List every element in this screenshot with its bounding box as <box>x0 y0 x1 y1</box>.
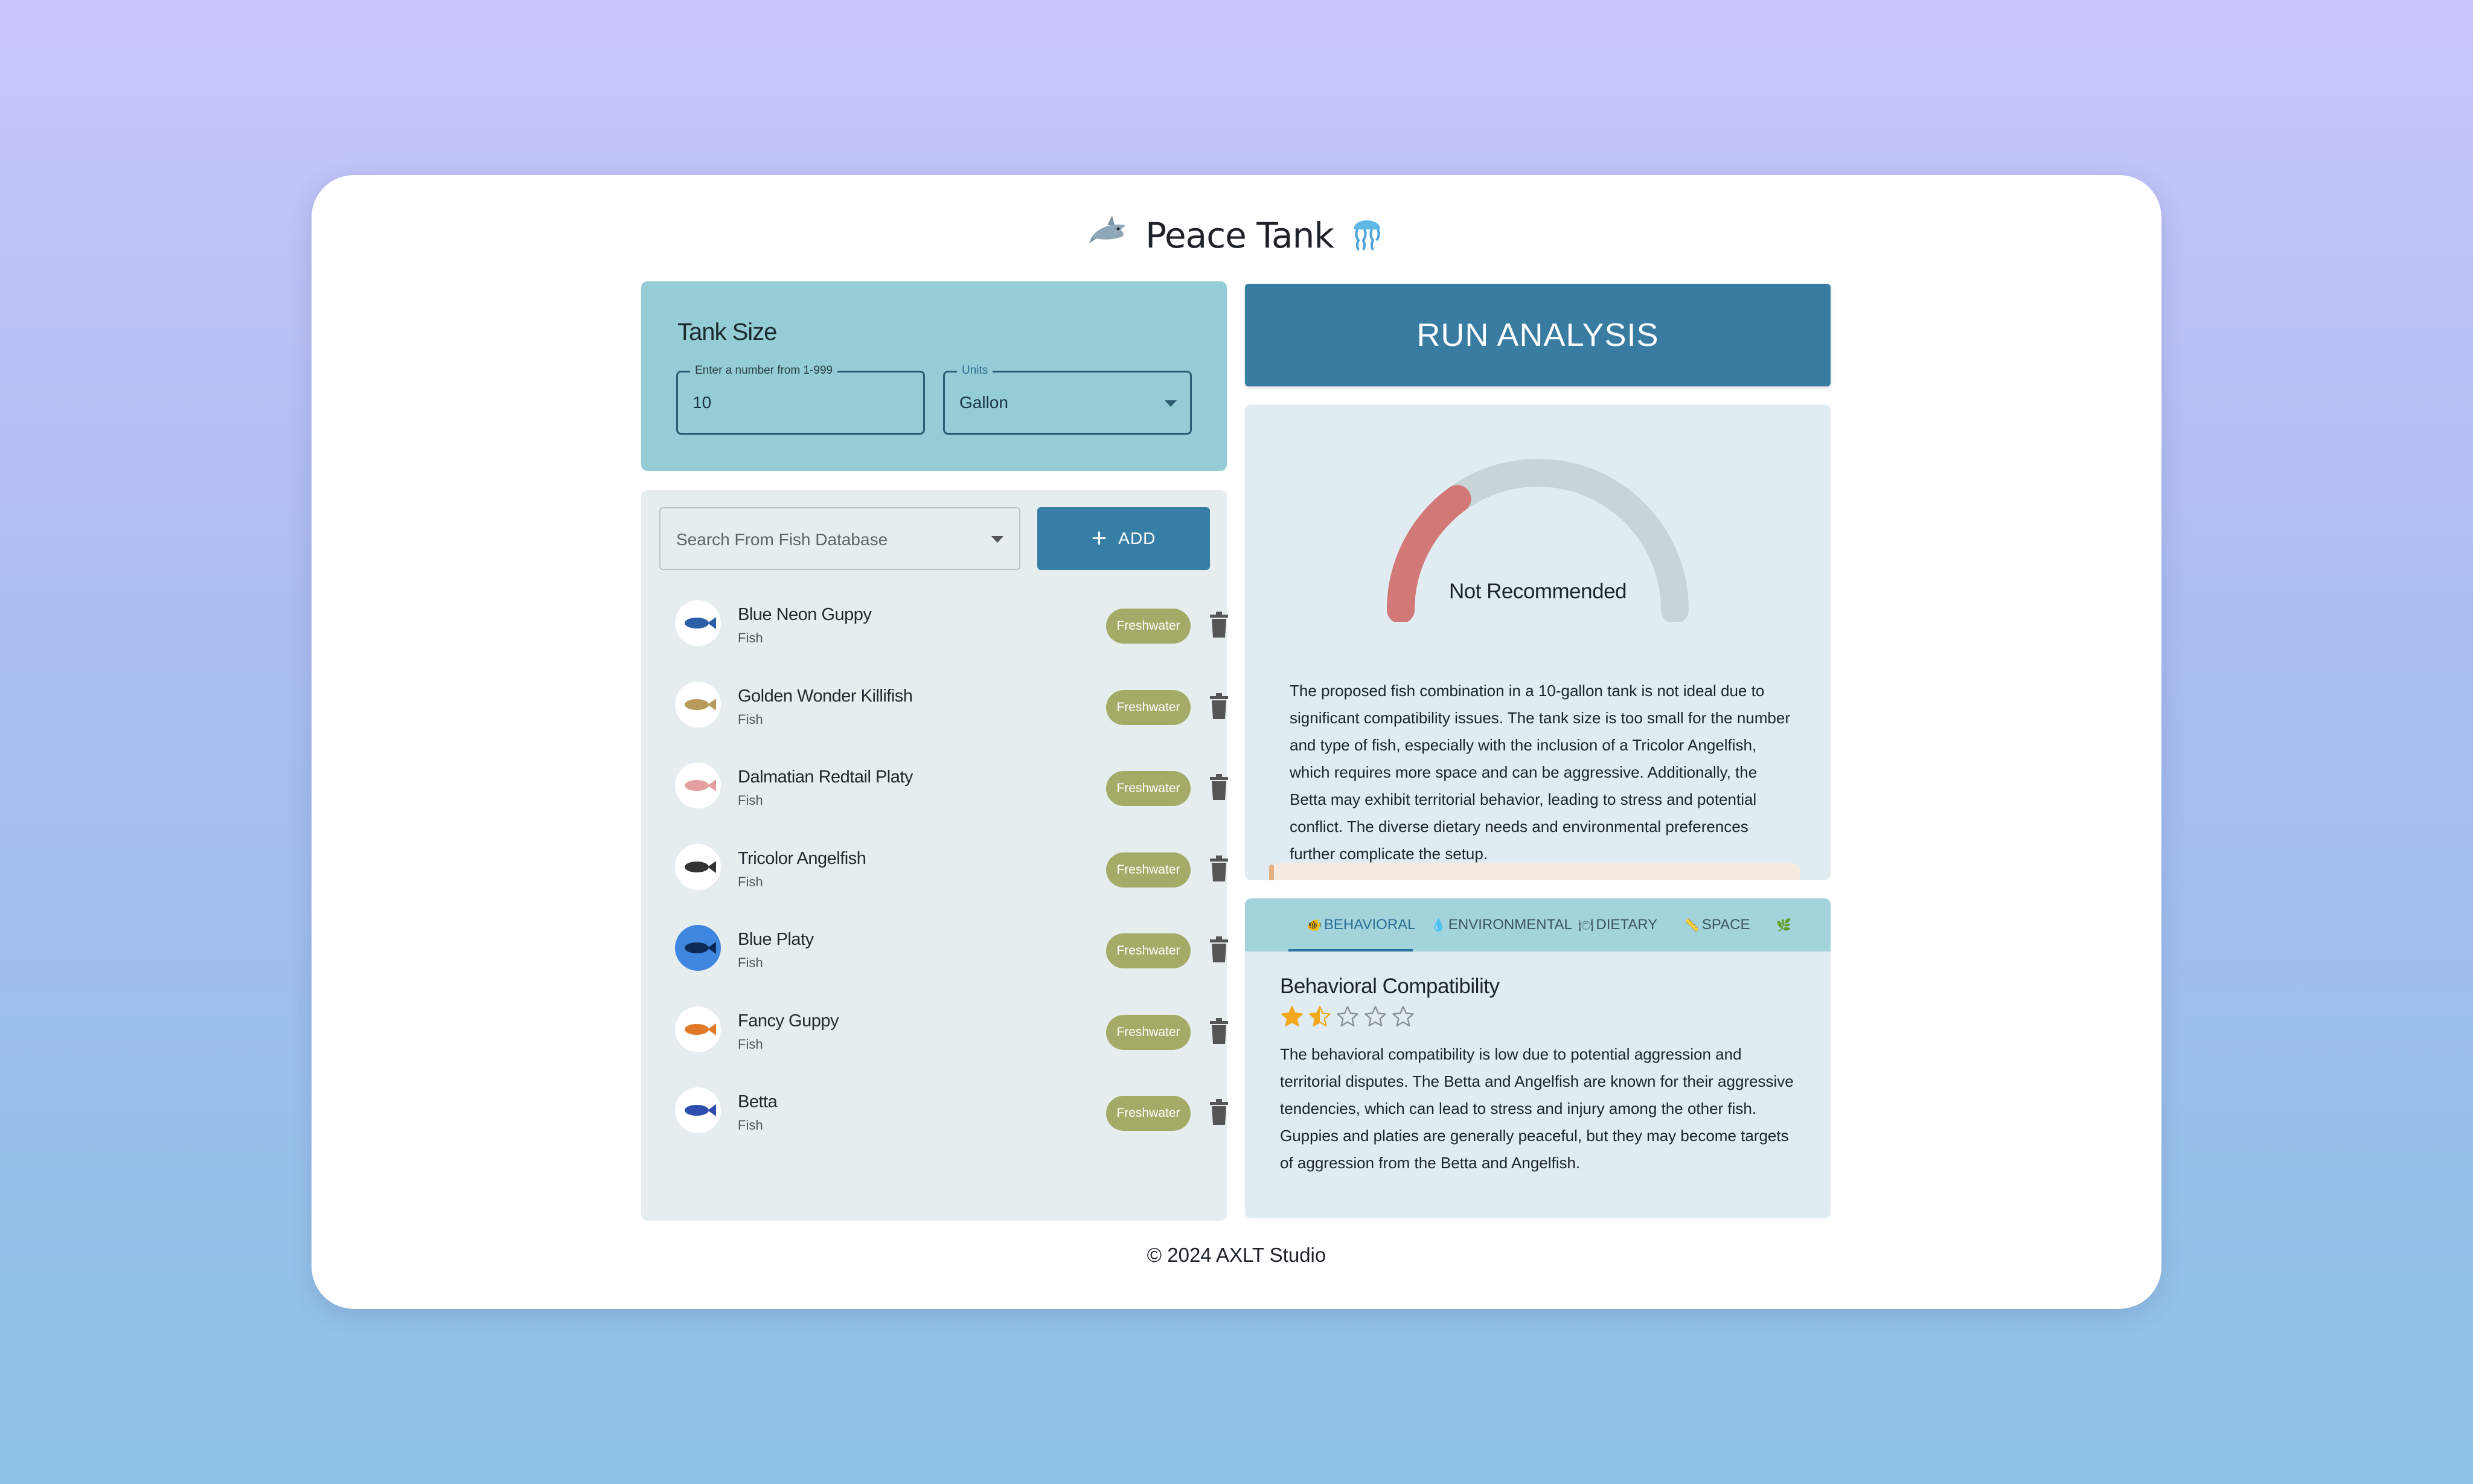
chevron-down-icon <box>1165 400 1177 407</box>
star-icon <box>1308 1005 1332 1032</box>
star-icon <box>1280 1005 1304 1032</box>
fish-list-item: Dalmatian Redtail Platy Fish Freshwater <box>675 752 1228 818</box>
main-card <box>312 175 2161 1309</box>
star-icon <box>1363 1005 1387 1032</box>
active-tab-indicator <box>1288 949 1413 951</box>
fish-name: Tricolor Angelfish <box>738 848 866 868</box>
fish-list-item: Betta Fish Freshwater <box>675 1076 1228 1143</box>
trash-icon[interactable] <box>1210 692 1228 720</box>
app-title-text: Peace Tank <box>1145 215 1334 256</box>
fish-search-placeholder: Search From Fish Database <box>676 530 888 549</box>
fish-type: Fish <box>738 955 763 970</box>
tab-space[interactable]: 📏 SPACE <box>1684 898 1750 951</box>
rating-stars <box>1280 1005 1415 1032</box>
trash-icon[interactable] <box>1210 936 1228 964</box>
app-header: Peace Tank <box>0 211 2473 260</box>
analysis-result-panel: Not Recommended The proposed fish combin… <box>1245 405 1831 880</box>
compatibility-details-panel: 🐠 BEHAVIORAL 💧 ENVIRONMENTAL 🍽 DIETARY 📏 SPA… <box>1245 898 1831 1218</box>
fish-type: Fish <box>738 711 763 727</box>
fish-name: Blue Neon Guppy <box>738 605 872 624</box>
fish-avatar <box>675 681 721 728</box>
water-type-badge: Freshwater <box>1106 609 1191 644</box>
tab-dietary[interactable]: 🍽 DIETARY <box>1578 898 1657 951</box>
add-fish-button[interactable]: + ADD <box>1037 507 1210 570</box>
fish-type: Fish <box>738 630 763 645</box>
star-icon <box>1336 1005 1360 1032</box>
trash-icon[interactable] <box>1210 1017 1228 1045</box>
tab-behavioral[interactable]: 🐠 BEHAVIORAL <box>1307 898 1416 951</box>
trash-icon[interactable] <box>1210 611 1228 639</box>
fish-list-item: Blue Platy Fish Freshwater <box>675 914 1228 980</box>
fish-avatar <box>675 843 721 890</box>
chevron-down-icon <box>991 536 1003 543</box>
fish-avatar <box>675 763 721 808</box>
trash-icon[interactable] <box>1210 773 1228 801</box>
run-analysis-label: RUN ANALYSIS <box>1416 317 1659 353</box>
add-button-label: ADD <box>1118 529 1156 548</box>
fish-list-item: Blue Neon Guppy Fish Freshwater <box>675 589 1228 656</box>
water-type-badge: Freshwater <box>1106 771 1191 806</box>
fish-list-item: Golden Wonder Killifish Fish Freshwater <box>675 671 1228 737</box>
tank-size-label: Enter a number from 1-999 <box>690 364 838 377</box>
fish-type: Fish <box>738 1036 763 1052</box>
water-type-badge: Freshwater <box>1106 933 1191 968</box>
fish-search-select[interactable]: Search From Fish Database <box>659 507 1020 570</box>
gauge-verdict: Not Recommended <box>1448 580 1627 603</box>
tank-size-input[interactable]: Enter a number from 1-999 10 <box>676 364 925 435</box>
detail-title: Behavioral Compatibility <box>1280 974 1500 998</box>
fish-name: Dalmatian Redtail Platy <box>738 767 913 787</box>
ruler-icon: 📏 <box>1684 918 1700 932</box>
run-analysis-button[interactable]: RUN ANALYSIS <box>1245 284 1831 386</box>
fish-icon: 🐠 <box>1307 918 1322 932</box>
shark-icon <box>1089 213 1129 258</box>
bowl-icon: 🍽 <box>1578 918 1594 932</box>
detail-text: The behavioral compatibility is low due … <box>1280 1045 1794 1172</box>
water-type-badge: Freshwater <box>1106 689 1191 725</box>
tank-size-panel: Tank Size Enter a number from 1-999 10 U… <box>641 281 1227 471</box>
fish-type: Fish <box>738 793 763 808</box>
detail-tabs: 🐠 BEHAVIORAL 💧 ENVIRONMENTAL 🍽 DIETARY 📏 SPA… <box>1245 898 1831 951</box>
fish-avatar <box>675 1006 721 1052</box>
footer-copyright: © 2024 AXLT Studio <box>1147 1244 1326 1266</box>
water-type-badge: Freshwater <box>1106 1014 1191 1050</box>
tab-more[interactable]: 🌿 <box>1776 898 1794 951</box>
units-value: Gallon <box>959 393 1008 412</box>
trash-icon[interactable] <box>1210 855 1228 883</box>
water-type-badge: Freshwater <box>1106 1096 1191 1131</box>
next-section-peek <box>1269 863 1800 880</box>
fish-type: Fish <box>738 1118 763 1133</box>
tank-size-heading: Tank Size <box>677 319 777 345</box>
fish-list-item: Fancy Guppy Fish Freshwater <box>675 996 1228 1062</box>
water-type-badge: Freshwater <box>1106 852 1191 888</box>
fish-type: Fish <box>738 874 763 889</box>
fish-list-panel: Search From Fish Database + ADD Blue Neo… <box>641 490 1228 1221</box>
units-select[interactable]: Units Gallon <box>943 364 1192 435</box>
units-label: Units <box>957 364 993 377</box>
tab-environmental[interactable]: 💧 ENVIRONMENTAL <box>1431 898 1572 951</box>
plus-icon: + <box>1091 523 1108 553</box>
fish-name: Blue Platy <box>738 930 814 949</box>
fish-name: Betta <box>738 1092 778 1111</box>
fish-avatar <box>675 600 721 646</box>
trash-icon[interactable] <box>1210 1098 1228 1126</box>
fish-avatar <box>675 925 721 971</box>
fish-name: Golden Wonder Killifish <box>738 686 913 706</box>
droplet-icon: 💧 <box>1431 918 1446 932</box>
tank-size-value: 10 <box>693 393 712 412</box>
next-section-peek-accent <box>1269 865 1274 880</box>
jellyfish-icon <box>1350 211 1384 260</box>
fish-name: Fancy Guppy <box>738 1011 839 1031</box>
leaf-icon: 🌿 <box>1776 918 1791 932</box>
fish-list-item: Tricolor Angelfish Fish Freshwater <box>675 833 1228 900</box>
star-icon <box>1391 1005 1415 1032</box>
analysis-summary: The proposed fish combination in a 10-ga… <box>1290 682 1790 863</box>
fish-avatar <box>675 1087 721 1133</box>
